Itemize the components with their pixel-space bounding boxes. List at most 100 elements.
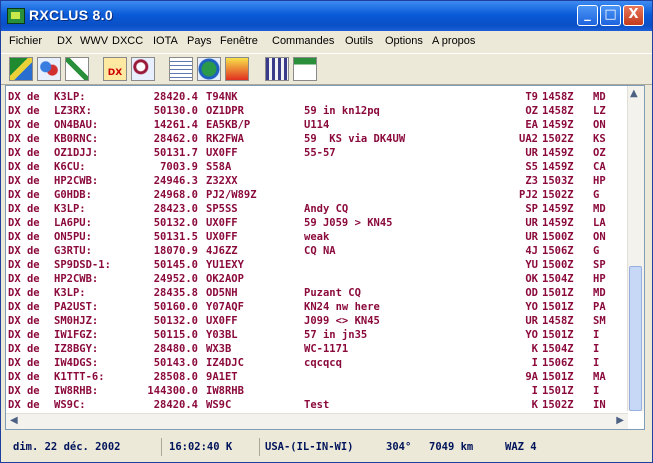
spot-frequency: 28480.0 — [153, 343, 198, 355]
menu-fichier[interactable]: Fichier — [9, 35, 42, 47]
spot-row[interactable]: DX de IZ8BGY: 28480.0 WX3B WC-1171 K 1504Z I — [8, 342, 621, 357]
spot-comment: 57 in jn35 — [304, 329, 368, 341]
spot-callsign: Y07AQF — [206, 301, 244, 313]
menu-pays[interactable]: Pays — [187, 35, 211, 47]
spot-row[interactable]: DX de SP9DSD-1: 50145.0 YU1EXY YU 1500Z SP — [8, 258, 621, 273]
close-button[interactable]: X — [623, 5, 644, 26]
window-icon[interactable] — [293, 57, 317, 81]
spot-country: Z3 — [525, 175, 538, 187]
status-location: USA-(IL-IN-WI) — [265, 441, 354, 453]
spot-frequency: 28420.4 — [153, 91, 198, 103]
spot-spotter: K1TTT-6: — [54, 371, 105, 383]
spot-country: 9A — [525, 371, 538, 383]
menu-fenetre[interactable]: Fenêtre — [220, 35, 258, 47]
spot-spotter: PA2UST: — [54, 301, 99, 313]
spot-callsign: UX0FF — [206, 217, 238, 229]
map-icon[interactable] — [9, 57, 33, 81]
spot-callsign: IW8RHB — [206, 385, 244, 397]
spot-row[interactable]: DX de LA6PU: 50132.0 UX0FF 59 J059 > KN45 UR 1… — [8, 216, 621, 231]
spot-prefix: DX de — [8, 329, 40, 341]
spot-origin: HP — [593, 175, 606, 187]
menu-dx[interactable]: DX — [57, 35, 72, 47]
spot-frequency: 50131.5 — [153, 231, 198, 243]
spot-time: 1503Z — [542, 175, 574, 187]
spot-row[interactable]: DX de HP2CWB: 24952.0 OK2AOP OK 1504Z HP — [8, 272, 621, 287]
spot-row[interactable]: DX de ON4BAU: 14261.4 EA5KB/P U114 EA 1459Z ON — [8, 118, 621, 133]
title-bar[interactable]: RXCLUS 8.0 _ □ X — [1, 1, 652, 31]
spot-spotter: ON4BAU: — [54, 119, 99, 131]
toolbar: DX — [1, 53, 652, 85]
spot-row[interactable]: DX de K1TTT-6: 28508.0 9A1ET 9A 1501Z MA — [8, 370, 621, 385]
spot-prefix: DX de — [8, 343, 40, 355]
menu-dxcc[interactable]: DXCC — [112, 35, 143, 47]
alert-icon[interactable] — [225, 57, 249, 81]
spot-callsign: UX0FF — [206, 315, 238, 327]
spot-row[interactable]: DX de KB0RNC: 28462.0 RK2FWA 59 KS via DK4UW… — [8, 132, 621, 147]
vertical-scrollbar[interactable]: ▲ — [627, 86, 644, 411]
maximize-button[interactable]: □ — [600, 5, 621, 26]
spot-row[interactable]: DX de HP2CWB: 24946.3 Z32XX Z3 1503Z HP — [8, 174, 621, 189]
window-title: RXCLUS 8.0 — [29, 7, 113, 23]
spot-prefix: DX de — [8, 315, 40, 327]
spot-callsign: WX3B — [206, 343, 232, 355]
dx-spot-console[interactable]: DX de K3LP: 28420.4 T94NK T9 1458Z MD DX de LZ3R… — [5, 85, 645, 430]
globe-icon[interactable] — [197, 57, 221, 81]
spot-country: I — [531, 385, 538, 397]
spot-origin: I — [593, 357, 600, 369]
people-icon[interactable] — [37, 57, 61, 81]
spot-row[interactable]: DX de IW8RHB: 144300.0 IW8RHB I 1501Z I — [8, 384, 621, 399]
spot-spotter: SM0HJZ: — [54, 315, 99, 327]
menu-iota[interactable]: IOTA — [153, 35, 178, 47]
spot-origin: LZ — [593, 105, 606, 117]
spot-spotter: LA6PU: — [54, 217, 92, 229]
spot-row[interactable]: DX de IW1FGZ: 50115.0 Y03BL 57 in jn35 YO 1501… — [8, 328, 621, 343]
horizontal-scrollbar[interactable]: ◀ ▶ — [6, 413, 628, 429]
spot-country: UR — [525, 147, 538, 159]
spot-row[interactable]: DX de WS9C: 28420.4 WS9C Test K 1502Z IN — [8, 398, 621, 410]
spot-row[interactable]: DX de OZ1DJJ: 50131.7 UX0FF 55-57 UR 1459Z OZ — [8, 146, 621, 161]
spot-origin: G — [593, 189, 600, 201]
spot-frequency: 7003.9 — [160, 161, 198, 173]
dx-search-icon[interactable]: DX — [103, 57, 127, 81]
spot-row[interactable]: DX de K3LP: 28423.0 SP5SS Andy CQ SP 1459Z MD — [8, 202, 621, 217]
menu-options[interactable]: Options — [385, 35, 423, 47]
spot-frequency: 28435.8 — [153, 287, 198, 299]
grid-icon[interactable] — [265, 57, 289, 81]
spot-prefix: DX de — [8, 161, 40, 173]
scroll-thumb[interactable] — [629, 266, 642, 411]
search-icon[interactable] — [131, 57, 155, 81]
scroll-up-icon[interactable]: ▲ — [630, 88, 638, 99]
status-date: dim. 22 déc. 2002 — [13, 441, 121, 453]
spot-row[interactable]: DX de K6CU: 7003.9 S58A S5 1459Z CA — [8, 160, 621, 175]
menu-a-propos[interactable]: A propos — [432, 35, 475, 47]
calendar-icon[interactable] — [169, 57, 193, 81]
spot-row[interactable]: DX de G0HDB: 24968.0 PJ2/W89Z PJ2 1502Z G — [8, 188, 621, 203]
scroll-left-icon[interactable]: ◀ — [10, 415, 18, 426]
spot-spotter: K3LP: — [54, 287, 86, 299]
spot-spotter: OZ1DJJ: — [54, 147, 99, 159]
spot-row[interactable]: DX de ON5PU: 50131.5 UX0FF weak UR 1500Z ON — [8, 230, 621, 245]
spot-country: I — [531, 357, 538, 369]
spot-origin: I — [593, 343, 600, 355]
spot-row[interactable]: DX de G3RTU: 18070.9 4J6ZZ CQ NA 4J 1506Z G — [8, 244, 621, 259]
spot-row[interactable]: DX de K3LP: 28420.4 T94NK T9 1458Z MD — [8, 90, 621, 105]
spot-row[interactable]: DX de PA2UST: 50160.0 Y07AQF KN24 nw here YO 1… — [8, 300, 621, 315]
spot-time: 1506Z — [542, 357, 574, 369]
spot-time: 1501Z — [542, 371, 574, 383]
menu-commandes[interactable]: Commandes — [272, 35, 334, 47]
spot-row[interactable]: DX de K3LP: 28435.8 OD5NH Puzant CQ OD 1501Z MD — [8, 286, 621, 301]
spot-country: OZ — [525, 105, 538, 117]
spot-time: 1501Z — [542, 329, 574, 341]
minimize-button[interactable]: _ — [577, 5, 598, 26]
menu-outils[interactable]: Outils — [345, 35, 373, 47]
spot-prefix: DX de — [8, 399, 40, 410]
scroll-right-icon[interactable]: ▶ — [616, 415, 624, 426]
spot-row[interactable]: DX de IW4DGS: 50143.0 IZ4DJC cqcqcq I 1506Z I — [8, 356, 621, 371]
spot-time: 1504Z — [542, 273, 574, 285]
spot-time: 1459Z — [542, 147, 574, 159]
menu-wwv[interactable]: WWV — [80, 35, 108, 47]
spot-time: 1459Z — [542, 217, 574, 229]
spot-row[interactable]: DX de LZ3RX: 50130.0 OZ1DPR 59 in kn12pq OZ 14… — [8, 104, 621, 119]
antenna-icon[interactable] — [65, 57, 89, 81]
spot-row[interactable]: DX de SM0HJZ: 50132.0 UX0FF J099 <> KN45 UR 14… — [8, 314, 621, 329]
